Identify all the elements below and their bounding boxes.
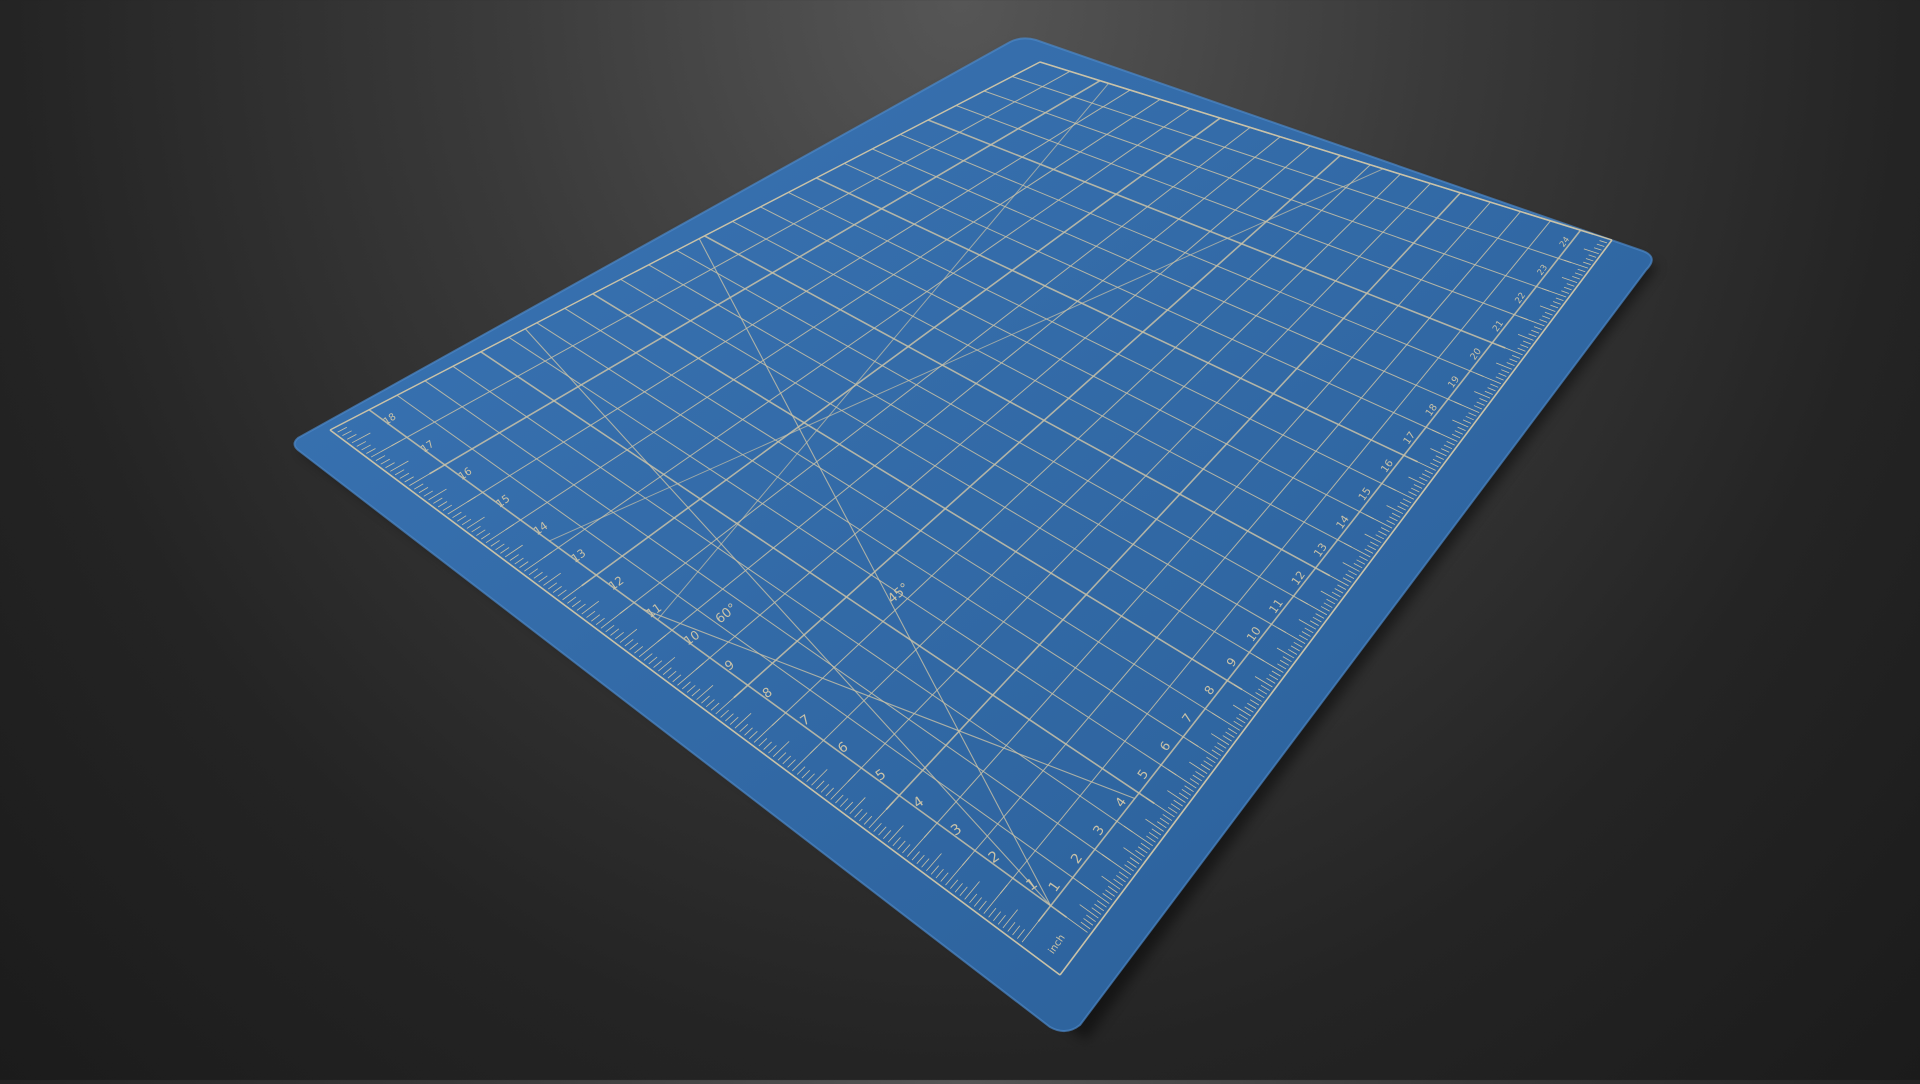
scene: 1 2 3 4 5 6 7 8 9 10 11 12 13 14 15 16 17 18 19 20 21 22 23 24 1… [0, 0, 1920, 1080]
cutting-mat: 1234567891011121314151617181920212223241… [293, 37, 1658, 1040]
